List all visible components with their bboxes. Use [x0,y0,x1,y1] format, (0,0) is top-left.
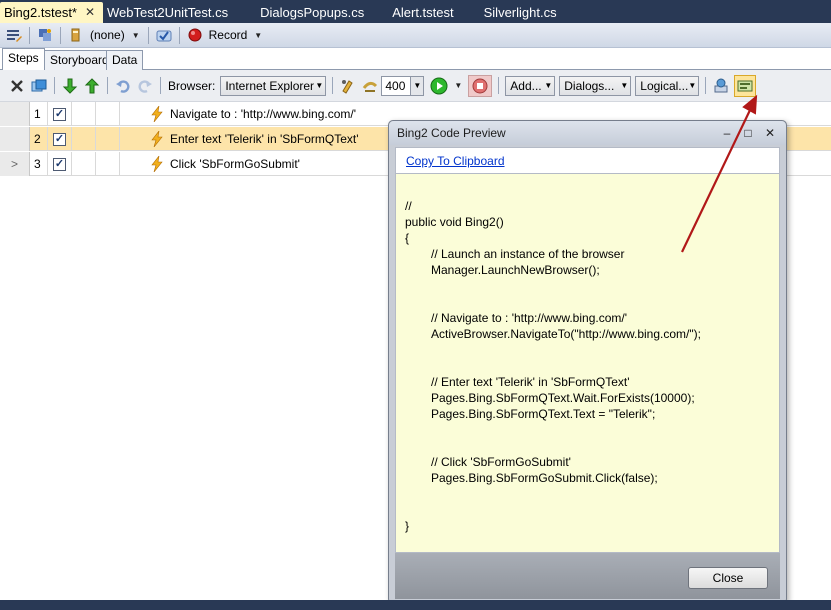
status-bar [0,600,831,610]
annotation-arrow [681,94,758,253]
